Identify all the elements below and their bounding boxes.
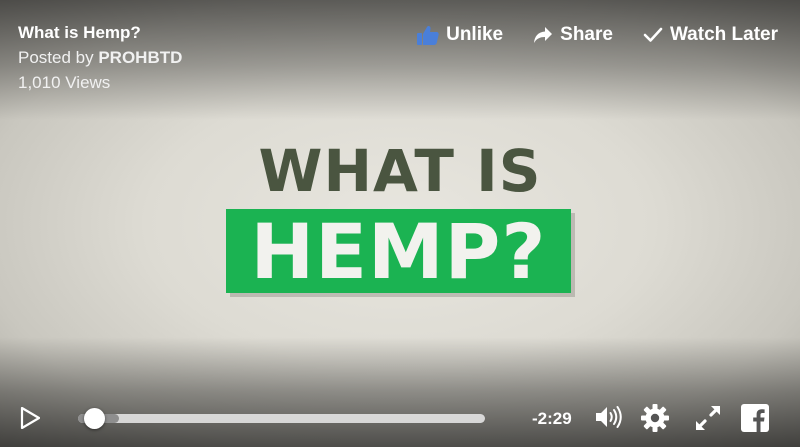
slide-highlight-box: HEMP? [226, 206, 571, 296]
unlike-button[interactable]: Unlike [417, 24, 503, 46]
video-player[interactable]: WHAT IS HEMP? What is Hemp? Posted by PR… [0, 0, 800, 447]
view-count: 1,010 Views [18, 73, 111, 92]
volume-button[interactable] [594, 404, 624, 435]
facebook-button[interactable] [741, 404, 769, 437]
control-bar: -2:29 [0, 387, 800, 447]
slide-highlight-text: HEMP? [250, 206, 547, 296]
posted-by-prefix: Posted by [18, 48, 99, 67]
share-label: Share [560, 24, 613, 45]
fullscreen-icon [696, 406, 720, 430]
share-arrow-icon [534, 27, 553, 43]
video-info: What is Hemp? Posted by PROHBTD 1,010 Vi… [18, 22, 182, 97]
time-remaining: -2:29 [532, 409, 572, 428]
slide-headline: WHAT IS [258, 137, 542, 205]
posted-by: Posted by PROHBTD [18, 47, 182, 69]
seek-handle[interactable] [84, 408, 106, 429]
checkmark-icon [643, 27, 663, 42]
video-title[interactable]: What is Hemp? [18, 22, 182, 44]
gear-icon [641, 404, 669, 432]
poster-name[interactable]: PROHBTD [98, 48, 182, 67]
fullscreen-button[interactable] [694, 404, 722, 437]
action-bar: Unlike Share Watch Later [387, 24, 778, 46]
thumbs-up-icon [417, 25, 439, 45]
play-icon [20, 406, 41, 430]
settings-button[interactable] [640, 403, 670, 438]
unlike-label: Unlike [446, 24, 504, 45]
volume-icon [596, 406, 622, 428]
share-button[interactable]: Share [533, 24, 613, 46]
play-button[interactable] [20, 406, 41, 434]
watch-later-label: Watch Later [669, 24, 778, 45]
watch-later-button[interactable]: Watch Later [643, 24, 778, 46]
facebook-icon [741, 404, 769, 432]
seek-bar[interactable] [78, 408, 485, 429]
